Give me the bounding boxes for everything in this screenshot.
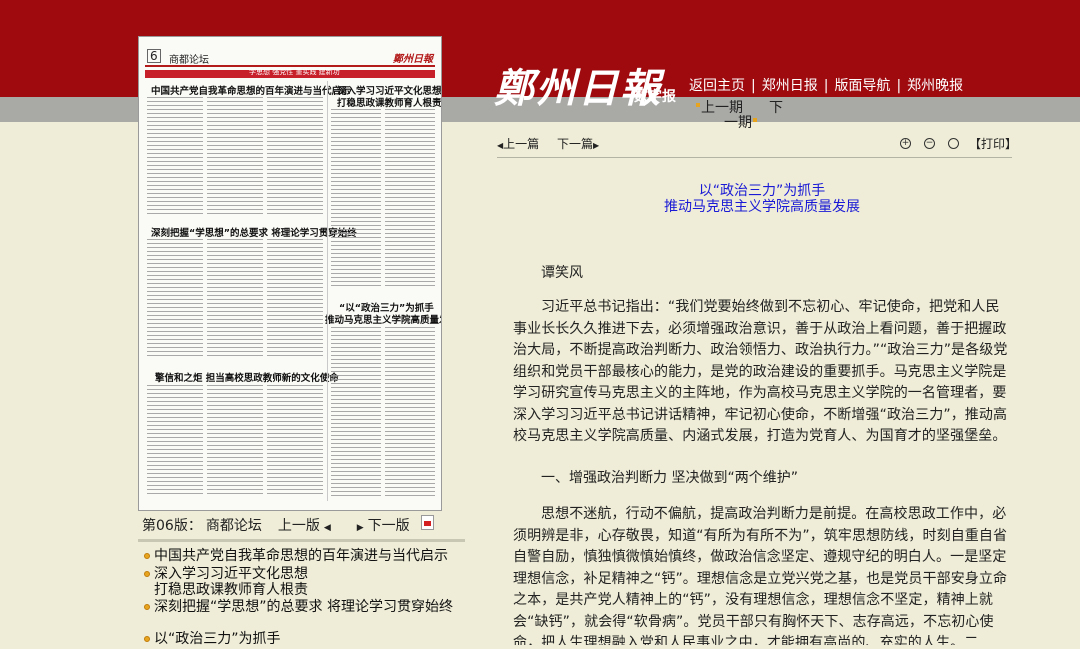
prev-arrow-icon: ◀ — [323, 523, 331, 533]
nav-zhengzhou-daily[interactable]: 郑州日报 — [762, 78, 818, 94]
prev-article-link[interactable]: ◀上一篇 — [497, 135, 539, 152]
thumb-text-block — [331, 109, 381, 289]
list-item[interactable]: 中国共产党自我革命思想的百年演进与当代启示 — [144, 548, 459, 564]
pdf-icon[interactable] — [421, 515, 434, 530]
thumb-text-block — [207, 97, 263, 217]
next-article-link[interactable]: 下一篇▶ — [557, 135, 599, 152]
thumb-text-block — [385, 109, 435, 289]
thumb-text-block — [267, 239, 323, 359]
thumb-text-block — [147, 239, 203, 359]
nav-separator: | — [751, 78, 756, 94]
thumb-header: 6 商都论坛 鄭州日報 — [145, 49, 435, 67]
top-nav: 返回主页 | 郑州日报 | 版面导航 | 郑州晚报 — [689, 75, 963, 95]
next-period-link-cont[interactable]: 一期 — [724, 112, 752, 132]
site-logo-subtitle: 数字报 — [634, 89, 676, 105]
next-period-icon — [753, 118, 757, 122]
zoom-out-icon[interactable]: − — [924, 138, 935, 149]
nav-separator: | — [823, 78, 829, 94]
bullet-icon — [144, 553, 150, 559]
print-button[interactable]: 【打印】 — [969, 135, 1017, 152]
prev-page-link[interactable]: 上一版 — [278, 518, 320, 534]
section-link[interactable]: 商都论坛 — [206, 518, 262, 534]
thumb-article-title[interactable]: 擎信和之炬 担当高校思政教师新的文化使命 — [155, 370, 339, 384]
list-item[interactable]: 深刻把握“学思想”的总要求 将理论学习贯穿始终 — [144, 599, 459, 615]
article-author: 谭笑风 — [541, 265, 583, 281]
next-arrow-icon: ▶ — [593, 141, 600, 150]
edition-label: 第06版： — [142, 518, 202, 534]
thumb-article-title[interactable]: 中国共产党自我革命思想的百年演进与当代启示 — [151, 83, 351, 97]
nav-home[interactable]: 返回主页 — [689, 78, 745, 94]
thumb-paper-logo: 鄭州日報 — [393, 54, 433, 65]
thumb-article-title[interactable]: 深刻把握“学思想”的总要求 将理论学习贯穿始终 — [151, 225, 357, 239]
thumb-text-block — [267, 97, 323, 217]
thumb-text-block — [331, 327, 381, 497]
nav-separator: | — [896, 78, 902, 94]
thumb-section: 商都论坛 — [169, 55, 209, 66]
thumb-page-number: 6 — [147, 49, 161, 63]
article-title-line2: 推动马克思主义学院高质量发展 — [664, 199, 860, 215]
prev-period-icon — [696, 103, 700, 107]
nav-page-guide[interactable]: 版面导航 — [834, 78, 890, 94]
page-thumbnail[interactable]: 6 商都论坛 鄭州日報 学思想 强党性 重实践 建新功 中国共产党自我革命思想的… — [138, 36, 442, 511]
next-arrow-icon: ▶ — [356, 523, 364, 533]
thumb-column-divider — [327, 81, 328, 501]
thumb-banner-text: 学思想 强党性 重实践 建新功 — [249, 68, 340, 76]
list-item[interactable]: 深入学习习近平文化思想 打稳思政课教师育人根责 — [144, 566, 459, 598]
next-period-link[interactable]: 下 — [769, 97, 783, 117]
article-list: 中国共产党自我革命思想的百年演进与当代启示 深入学习习近平文化思想 打稳思政课教… — [138, 539, 465, 649]
thumb-text-block — [147, 385, 203, 497]
thumb-text-block — [207, 385, 263, 497]
thumb-article-title[interactable]: 打稳思政课教师育人根责 — [337, 95, 441, 109]
thumb-text-block — [147, 97, 203, 217]
thumb-text-block — [267, 385, 323, 497]
article-paragraph: 习近平总书记指出：“我们党要始终做到不忘初心、牢记使命，把党和人民事业长长久久推… — [513, 299, 1008, 444]
thumb-text-block — [385, 327, 435, 497]
thumb-article-title[interactable]: 推动马克思主义学院高质量发展 — [325, 312, 441, 326]
bullet-icon — [144, 636, 150, 642]
nav-zhengzhou-evening[interactable]: 郑州晚报 — [907, 78, 963, 94]
article-section-heading: 一、增强政治判断力 坚决做到“两个维护” — [541, 470, 798, 486]
page-nav: 第06版： 商都论坛 上一版 ◀ ▶ 下一版 — [142, 515, 414, 535]
bullet-icon — [144, 604, 150, 610]
article-toolbar: ◀上一篇 下一篇▶ + − 【打印】 — [497, 135, 1017, 158]
bullet-icon — [144, 571, 150, 577]
thumb-text-block — [207, 239, 263, 359]
zoom-reset-icon[interactable] — [948, 138, 959, 149]
article-paragraph: 思想不迷航，行动不偏航，提高政治判断力是前提。在高校思政工作中，必须明辨是非，心… — [513, 506, 1008, 645]
zoom-in-icon[interactable]: + — [900, 138, 911, 149]
next-page-link[interactable]: 下一版 — [368, 518, 410, 534]
